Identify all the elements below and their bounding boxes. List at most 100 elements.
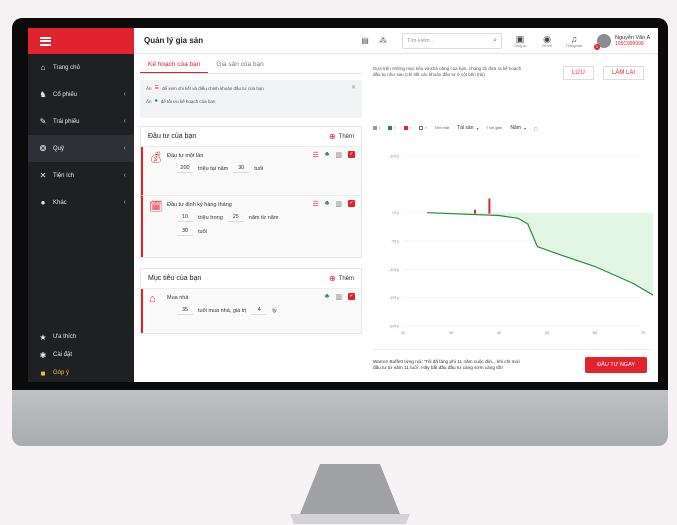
topbar-button-icon: ♫: [570, 33, 578, 44]
page-title: Quản lý gia sản: [144, 36, 204, 45]
sidebar-item[interactable]: ✕ Tiện ích ‹: [28, 162, 134, 189]
org-chart-icon[interactable]: ⁂: [374, 36, 392, 45]
tab-your-plan[interactable]: Kế hoạch của bạn: [140, 58, 209, 73]
y-tick-label: 0Tỷ: [392, 210, 399, 215]
chevron-left-icon: ‹: [123, 172, 126, 179]
goals-title: Mục tiêu của bạn: [148, 275, 202, 282]
tab-your-assets[interactable]: Gia sản của bạn: [208, 58, 271, 73]
topbar-button-label: Hỗ trợ: [542, 43, 552, 48]
topbar-button[interactable]: ▣ Công cụ: [511, 34, 529, 48]
duration-field[interactable]: 25: [227, 213, 244, 222]
user-profile[interactable]: 0 Nguyễn Văn A 105C999999: [594, 33, 650, 50]
plus-circle-icon: ⊕: [328, 132, 336, 141]
legend-item[interactable]: ▪: [403, 126, 411, 130]
goal-item[interactable]: ⌂ Mua nhà ♣ ▥ ✓ 35 tuổi mua nhà, giá trị…: [141, 289, 361, 333]
amount-field[interactable]: 200: [177, 164, 193, 173]
chevron-left-icon: ‹: [123, 118, 126, 125]
fullscreen-icon[interactable]: ▢: [534, 126, 538, 131]
sidebar-item[interactable]: ❂ Quỹ ‹: [28, 135, 134, 162]
delete-icon[interactable]: ▥: [335, 200, 342, 208]
sidebar-item[interactable]: ✎ Trái phiếu ‹: [28, 108, 134, 135]
goals-card: Mục tiêu của bạn ⊕ Thêm ⌂ Mua nhà ♣ ▥ ✓ 3…: [140, 268, 362, 334]
value-field[interactable]: 4: [251, 306, 268, 315]
chevron-left-icon: ‹: [123, 91, 126, 98]
age-field[interactable]: 30: [233, 164, 250, 173]
note-prefix: Ấn: [146, 98, 152, 104]
adjust-icon[interactable]: ☰: [313, 200, 319, 208]
more-icon: ●: [40, 198, 46, 207]
sidebar-bottom-item[interactable]: ★ Ưa thích: [28, 328, 134, 346]
age-field[interactable]: 30: [177, 227, 193, 236]
chevron-left-icon: ‹: [123, 145, 126, 152]
sidebar-item-label: Tiện ích: [53, 172, 75, 179]
save-button[interactable]: LƯU: [563, 66, 594, 80]
chevron-down-icon[interactable]: ▾: [476, 126, 478, 131]
search-input[interactable]: Tìm kiếm... ⌕: [402, 32, 502, 49]
sidebar-bottom-item[interactable]: ■ Góp ý: [28, 364, 134, 382]
add-investment-button[interactable]: ⊕ Thêm: [329, 132, 354, 141]
x-tick-label: 30: [449, 330, 454, 335]
search-icon[interactable]: ⌕: [493, 37, 497, 45]
topbar-button[interactable]: ◉ Hỗ trợ: [538, 34, 556, 48]
field-label: triệu tại năm: [198, 165, 229, 172]
filter-label: Thời gian: [486, 126, 503, 130]
optimize-icon[interactable]: ♣: [325, 200, 330, 208]
optimize-icon[interactable]: ♣: [325, 293, 330, 301]
sidebar-item[interactable]: ⌂ Trang chủ: [28, 54, 134, 81]
optimize-icon[interactable]: ♣: [325, 151, 330, 159]
invest-now-button[interactable]: ĐẦU TƯ NGAY: [585, 356, 647, 373]
sidebar-icon: ■: [40, 368, 46, 378]
screen: ⌂ Trang chủ ♞ Cổ phiếu ‹ ✎ Trái phiếu ‹ ❂ Quỹ ‹ ✕ Ti…: [28, 28, 658, 382]
investment-item[interactable]: 🗓︎ Đầu tư định kỳ hàng tháng ☰ ♣ ▥ ✓ 10 …: [141, 195, 361, 257]
bull-icon: ♞: [39, 90, 47, 99]
sidebar-item-label: Quỹ: [53, 145, 65, 152]
event-marker: [474, 209, 476, 214]
y-tick-label: -5Tỷ: [391, 239, 399, 244]
sidebar-item-label: Trang chủ: [53, 64, 80, 71]
sidebar: ⌂ Trang chủ ♞ Cổ phiếu ‹ ✎ Trái phiếu ‹ ❂ Quỹ ‹ ✕ Ti…: [28, 28, 134, 382]
checkbox-checked[interactable]: ✓: [348, 200, 355, 207]
age-field[interactable]: 35: [177, 306, 193, 315]
chevron-down-icon[interactable]: ▾: [524, 126, 526, 131]
field-label: tuổi: [198, 228, 207, 235]
note-text-1: để xem chi tiết và điều chỉnh khoản đầu …: [162, 85, 264, 91]
delete-icon[interactable]: ▥: [335, 151, 342, 159]
sidebar-item-label: Khác: [53, 199, 67, 206]
sidebar-icon: ✱: [39, 350, 47, 360]
y-tick-label: 10Tỷ: [390, 154, 399, 159]
close-icon[interactable]: ✕: [351, 84, 356, 91]
avatar[interactable]: 0: [594, 33, 611, 50]
topbar-button-icon: ▣: [515, 33, 525, 44]
tools-icon: ✕: [39, 171, 47, 180]
legend-item[interactable]: ▪: [373, 126, 380, 130]
monitor: ⌂ Trang chủ ♞ Cổ phiếu ‹ ✎ Trái phiếu ‹ ❂ Quỹ ‹ ✕ Ti…: [12, 18, 668, 524]
sidebar-item[interactable]: ● Khác ‹: [28, 189, 134, 216]
sliders-icon: ☰: [154, 85, 159, 91]
field-label: triệu trong: [198, 214, 223, 221]
legend-item[interactable]: ▪: [419, 126, 426, 130]
hamburger-menu-icon[interactable]: [40, 36, 51, 46]
checkbox-checked[interactable]: ✓: [348, 151, 355, 158]
reset-button[interactable]: LÀM LẠI: [603, 66, 645, 80]
house-icon: ⌂: [149, 293, 156, 305]
y-tick-label: -20Tỷ: [389, 324, 399, 329]
amount-field[interactable]: 10: [177, 213, 193, 222]
adjust-icon[interactable]: ☰: [313, 151, 319, 159]
delete-icon[interactable]: ▥: [335, 293, 342, 301]
topbar-button[interactable]: ♫ Thông báo: [565, 34, 583, 48]
investment-title: Đầu tư của bạn: [148, 133, 197, 140]
checkbox-checked[interactable]: ✓: [348, 293, 355, 300]
time-select[interactable]: Năm: [510, 125, 521, 131]
asset-select[interactable]: Tài sản: [457, 125, 473, 131]
add-label: Thêm: [338, 133, 354, 140]
y-tick-label: -15Tỷ: [389, 295, 399, 300]
wallet-icon[interactable]: ▤: [356, 36, 374, 45]
sidebar-bottom-item[interactable]: ✱ Cài đặt: [28, 346, 134, 364]
plus-circle-icon: ⊕: [328, 274, 336, 283]
add-goal-button[interactable]: ⊕ Thêm: [329, 274, 354, 283]
plan-description: Dựa trên những mục tiêu và khả năng của …: [373, 66, 522, 77]
legend-item[interactable]: ▪: [388, 126, 396, 130]
sidebar-item-label: Ưa thích: [53, 334, 77, 340]
investment-item[interactable]: 💰︎ Đầu tư một lần ☰ ♣ ▥ ✓ 200 triệu tại …: [141, 147, 361, 195]
sidebar-item[interactable]: ♞ Cổ phiếu ‹: [28, 81, 134, 108]
